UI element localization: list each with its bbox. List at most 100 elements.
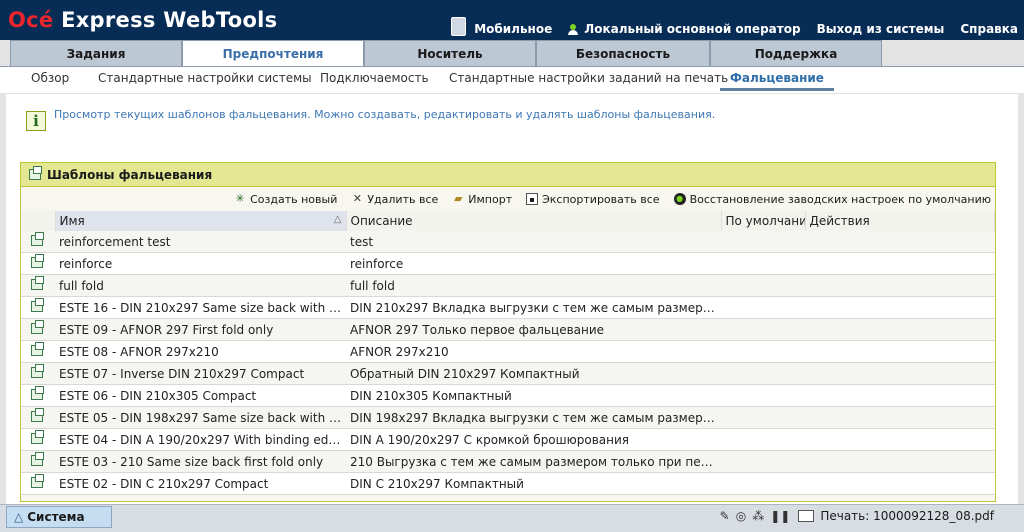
table-row[interactable]: ESTE 09 - AFNOR 297 First fold only AFNOR… [21, 318, 995, 341]
template-icon [31, 275, 44, 290]
row-description: full fold [346, 274, 721, 297]
subtab-system-defaults[interactable]: Стандартные настройки системы [98, 71, 312, 85]
toner-icon: ⁂ [752, 509, 765, 523]
row-description: test [346, 231, 721, 253]
top-links: Мобильное Локальный основной оператор Вы… [435, 17, 1018, 38]
table-row[interactable]: reinforce reinforce [21, 252, 995, 275]
row-template-icon[interactable] [21, 428, 55, 451]
disc-icon: ◎ [735, 509, 747, 523]
template-icon [31, 451, 44, 466]
row-template-icon[interactable] [21, 340, 55, 363]
row-default [721, 296, 805, 319]
row-default [721, 406, 805, 429]
row-name: ESTE 05 - DIN 198x297 Same size back wit… [55, 406, 346, 429]
row-template-icon[interactable] [21, 231, 55, 253]
row-name: ESTE 03 - 210 Same size back first fold … [55, 450, 346, 473]
template-icon [31, 385, 44, 400]
toolbar: ✳ Создать новый ✕ Удалить все ▰ Импорт ▪ Экс… [21, 187, 995, 211]
row-template-icon[interactable] [21, 362, 55, 385]
delete-all-button[interactable]: ✕ Удалить все [351, 192, 439, 206]
table-row[interactable]: ESTE 02 - DIN C 210x297 Compact DIN C 210… [21, 472, 995, 495]
operator-link[interactable]: Локальный основной оператор [568, 22, 801, 36]
table-row[interactable]: ESTE 07 - Inverse DIN 210x297 Compact Обр… [21, 362, 995, 385]
export-all-button[interactable]: ▪ Экспортировать все [526, 193, 660, 206]
create-new-button[interactable]: ✳ Создать новый [234, 193, 338, 206]
help-link[interactable]: Справка [960, 22, 1018, 36]
mobile-link[interactable]: Мобильное [451, 17, 552, 38]
subtab-folding[interactable]: Фальцевание [720, 71, 834, 91]
template-icon [31, 341, 44, 356]
row-template-icon[interactable] [21, 252, 55, 275]
row-description: DIN 198x297 Вкладка выгрузки с тем же са… [346, 406, 721, 429]
row-default [721, 340, 805, 363]
restore-defaults-button[interactable]: ● Восстановление заводских настроек по ум… [673, 193, 991, 206]
panel-title: Шаблоны фальцевания [47, 167, 213, 182]
row-description: reinforce [346, 252, 721, 275]
row-template-icon[interactable] [21, 318, 55, 341]
table-row[interactable]: ESTE 05 - DIN 198x297 Same size back wit… [21, 406, 995, 429]
row-template-icon[interactable] [21, 406, 55, 429]
row-name: ESTE 16 - DIN 210x297 Same size back wit… [55, 296, 346, 319]
row-description: DIN 210x305 Компактный [346, 384, 721, 407]
template-icon [31, 473, 44, 488]
table-row[interactable]: reinforcement test test [21, 231, 995, 253]
folding-templates-panel: Шаблоны фальцевания ✳ Создать новый ✕ Удал… [20, 162, 996, 502]
table-row[interactable]: full fold full fold [21, 274, 995, 297]
row-name: ESTE 09 - AFNOR 297 First fold only [55, 318, 346, 341]
row-default [721, 450, 805, 473]
row-actions [805, 450, 995, 473]
row-default [721, 318, 805, 341]
table-row[interactable]: ESTE 06 - DIN 210x305 Compact DIN 210x305… [21, 384, 995, 407]
main-tabs: Задания Предпочтения Носитель Безопаснос… [10, 40, 1010, 67]
subtab-connectivity[interactable]: Подключаемость [320, 71, 429, 85]
print-status: Печать: 1000092128_08.pdf [820, 509, 994, 523]
row-actions [805, 362, 995, 385]
tab-support[interactable]: Поддержка [710, 40, 882, 66]
row-actions [805, 318, 995, 341]
column-header-actions: Действия [805, 211, 995, 231]
row-template-icon[interactable] [21, 274, 55, 297]
table-row[interactable]: ESTE 08 - AFNOR 297x210 AFNOR 297x210 [21, 340, 995, 363]
sub-tabs: Обзор Стандартные настройки системы Подк… [0, 66, 1024, 93]
row-name: ESTE 06 - DIN 210x305 Compact [55, 384, 346, 407]
printer-icon [798, 510, 815, 522]
import-button[interactable]: ▰ Импорт [452, 193, 512, 206]
row-description: DIN C 210x297 Компактный [346, 472, 721, 495]
table-row[interactable]: ESTE 04 - DIN A 190/20x297 With binding … [21, 428, 995, 451]
tab-media[interactable]: Носитель [364, 40, 536, 66]
template-icon [31, 297, 44, 312]
row-default [721, 274, 805, 297]
tab-preferences[interactable]: Предпочтения [182, 40, 364, 67]
status-bar: △ Система ✎ ◎ ⁂ ❚❚ Печать: 1000092128_08.… [0, 504, 1024, 532]
pencil-icon: ✎ [719, 509, 730, 523]
subtab-overview[interactable]: Обзор [31, 71, 69, 85]
logout-link[interactable]: Выход из системы [817, 22, 945, 36]
delete-x-icon: ✕ [352, 192, 362, 205]
system-tab[interactable]: △ Система [6, 506, 112, 528]
row-default [721, 362, 805, 385]
row-description: DIN A 190/20x297 С кромкой брошюрования [346, 428, 721, 451]
row-actions [805, 274, 995, 297]
table-row[interactable]: ESTE 03 - 210 Same size back first fold … [21, 450, 995, 473]
column-header-default[interactable]: По умолчани [721, 211, 806, 231]
mobile-device-icon [451, 17, 467, 36]
row-template-icon[interactable] [21, 384, 55, 407]
subtab-print-job-defaults[interactable]: Стандартные настройки заданий на печать [449, 71, 728, 85]
row-actions [805, 340, 995, 363]
tab-jobs[interactable]: Задания [10, 40, 182, 66]
top-header-bar: Océ Express WebTools Мобильное Локальный… [0, 0, 1024, 40]
column-header-name[interactable]: Имя △ [55, 211, 347, 231]
row-template-icon[interactable] [21, 296, 55, 319]
row-name: ESTE 04 - DIN A 190/20x297 With binding … [55, 428, 346, 451]
row-description: Обратный DIN 210x297 Компактный [346, 362, 721, 385]
row-template-icon[interactable] [21, 472, 55, 495]
template-icon [31, 363, 44, 378]
row-template-icon[interactable] [21, 450, 55, 473]
table-row[interactable]: ESTE 16 - DIN 210x297 Same size back wit… [21, 296, 995, 319]
column-header-description[interactable]: Описание [346, 211, 722, 231]
header-icon-col [21, 211, 56, 231]
pause-icon: ❚❚ [770, 509, 791, 523]
floppy-export-icon: ▪ [526, 193, 539, 205]
tab-security[interactable]: Безопасность [536, 40, 710, 66]
row-name: full fold [55, 274, 346, 297]
